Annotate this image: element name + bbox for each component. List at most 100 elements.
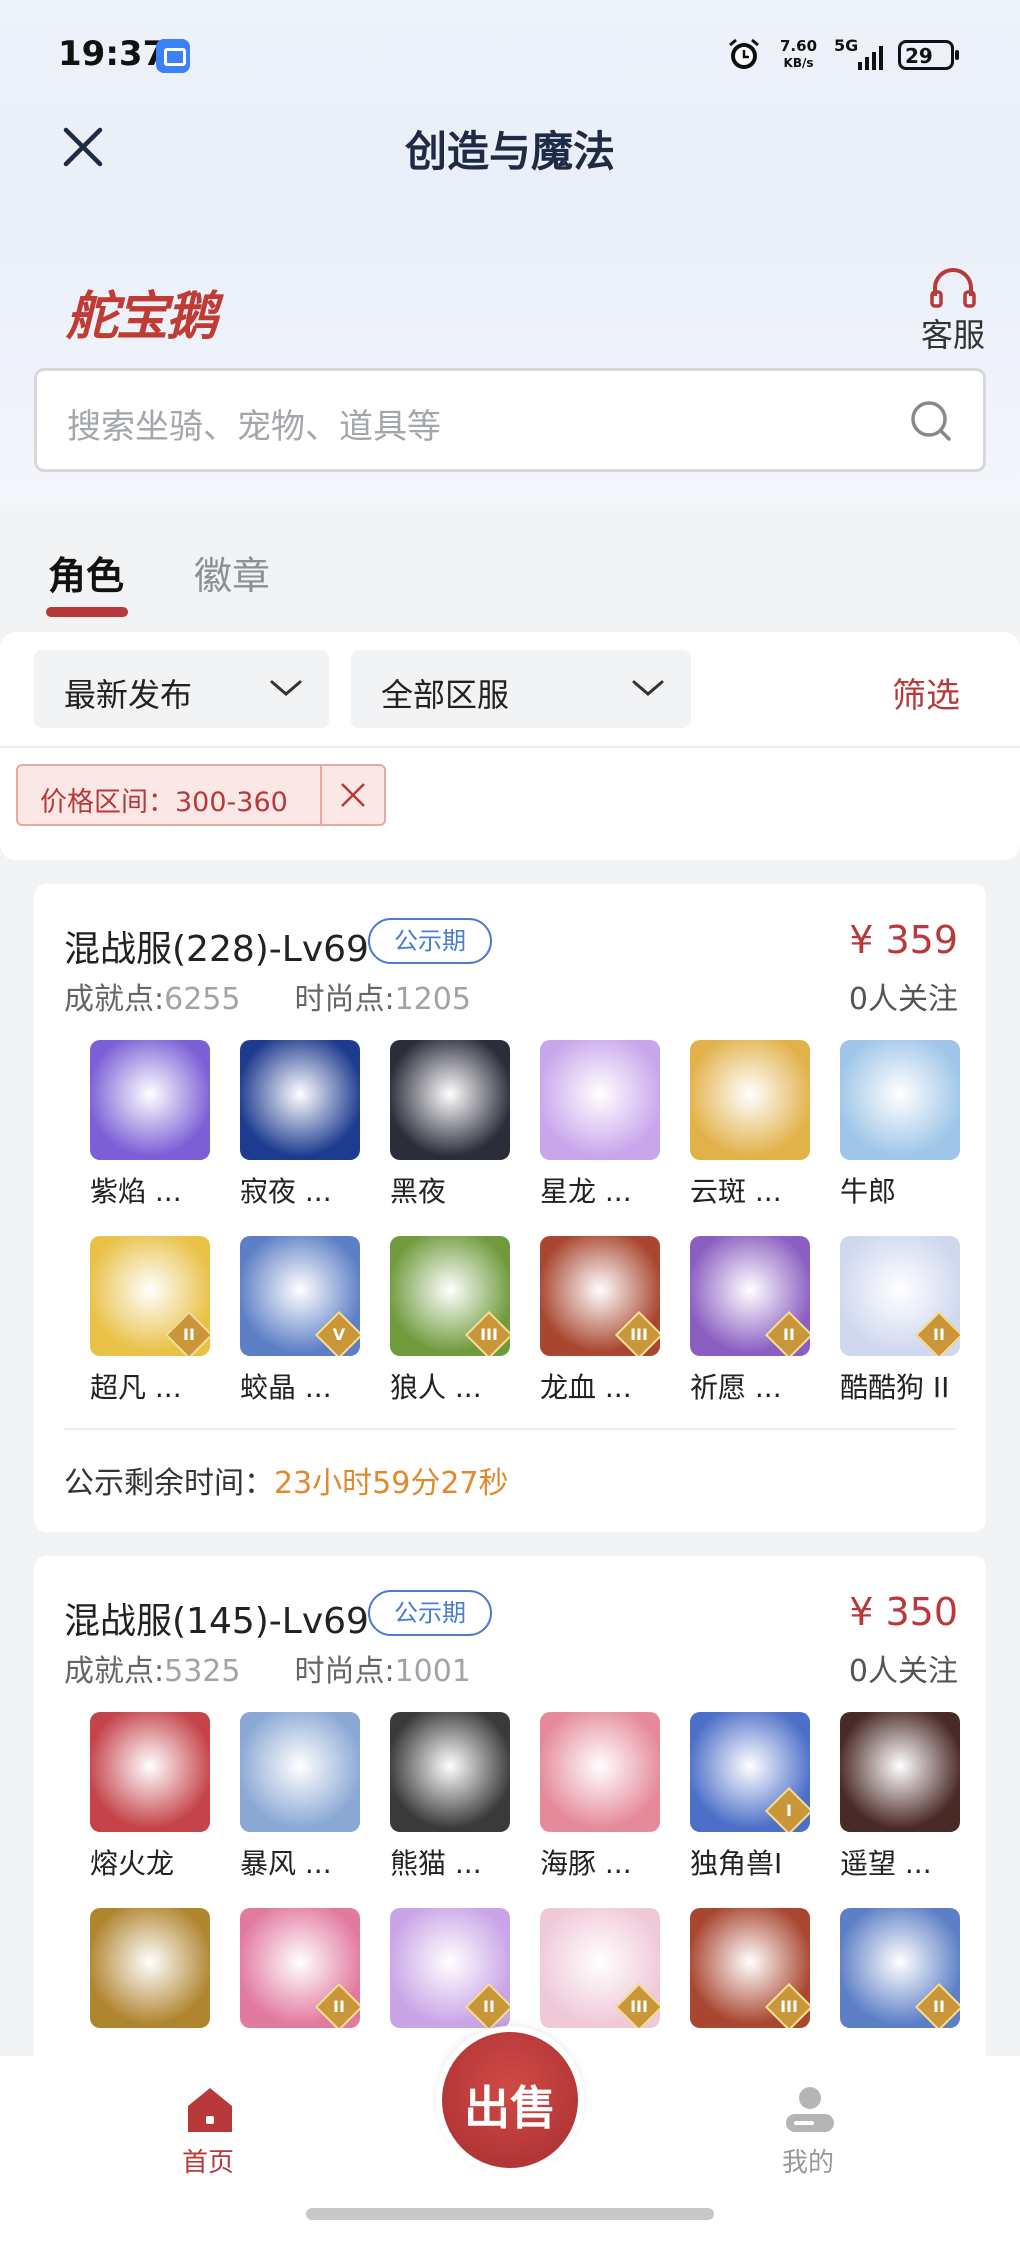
listing-stats: 成就点:6255 时尚点:1205 [64,974,471,1018]
pet-level-badge: II [914,1310,960,1356]
achievement-label: 成就点: [64,982,165,1017]
pet-level-text: II [933,1325,945,1344]
customer-service-label: 客服 [920,316,985,354]
pet-avatar: III [690,1908,810,2028]
sort-dropdown-label: 最新发布 [64,676,193,714]
countdown-label: 公示剩余时间： [64,1466,274,1501]
sell-button-label: 出售 [464,2081,556,2135]
pet-level-badge: III [614,1982,660,2028]
server-name: 混战服(228)-Lv69 [64,929,369,970]
network-type: 5G [834,36,859,55]
customer-service-button[interactable]: 客服 [916,266,990,356]
achievement-label: 成就点: [64,1654,165,1689]
pet-level-text: III [780,1997,798,2016]
filter-button[interactable]: 筛选 [892,668,960,717]
pet-level-badge: III [614,1310,660,1356]
battery-level: 29 [905,44,933,68]
network-speed: 7.60 KB/s [780,38,817,72]
follower-count: 0人关注 [848,1654,958,1689]
pet-name: 熔火龙 [90,1847,175,1880]
pet-avatar: III [390,1236,510,1356]
sell-button[interactable]: 出售 [436,2026,584,2174]
tab-badge[interactable]: 徽章 [194,545,270,600]
user-icon [786,2087,834,2132]
pet-name: 独角兽I [690,1847,783,1880]
pet-name: 龙血 ... [540,1371,632,1404]
pet-avatar: II [840,1236,960,1356]
pet-level-text: V [332,1325,346,1344]
pet-name: 海豚 ... [540,1847,632,1880]
search-icon[interactable] [909,399,953,443]
pet-avatar [90,1908,210,2028]
pet-level-text: III [480,1325,498,1344]
pet-avatar [540,1712,660,1832]
pet-level-badge: II [914,1982,960,2028]
pet-avatar: V [240,1236,360,1356]
pet-name: 牛郎 [840,1175,897,1208]
pet-name: 星龙 ... [540,1175,632,1208]
pet-level-badge: II [464,1982,510,2028]
pet-avatar [240,1040,360,1160]
category-tabs: 角色 徽章 [0,505,1020,631]
price-range-chip[interactable]: 价格区间：300-360 [16,764,386,826]
server-name: 混战服(145)-Lv69 [64,1601,369,1642]
pet-level-badge: II [764,1310,810,1356]
status-badge: 公示期 [368,1590,492,1636]
pet-name: 云斑 ... [690,1175,782,1208]
pet-name: 黑夜 [390,1175,447,1208]
pet-row: II 超凡 ... V 蛟晶 ... III 狼人 ... III 龙血 ... II 祈愿 ..… [60,1236,960,1416]
pet-name: 蛟晶 ... [240,1371,332,1404]
page-title: 创造与魔法 [404,127,615,176]
fashion-label: 时尚点: [294,982,395,1017]
nav-home[interactable]: 首页 [180,2082,240,2179]
achievement-value: 5325 [164,1654,241,1689]
pet-level-text: II [933,1997,945,2016]
chevron-down-icon [632,680,664,696]
listing-price: ¥ 359 [849,918,958,962]
search-placeholder: 搜索坐骑、宠物、道具等 [67,407,441,447]
pet-avatar: II [90,1236,210,1356]
pet-avatar [840,1040,960,1160]
network-speed-unit: KB/s [783,56,814,70]
search-input[interactable]: 搜索坐骑、宠物、道具等 [34,368,986,472]
pet-level-badge: II [314,1982,360,2028]
listing-stats: 成就点:5325 时尚点:1001 [64,1646,471,1690]
chevron-down-icon [270,680,302,696]
pet-name: 遥望 ... [840,1847,932,1880]
home-indicator[interactable] [306,2208,714,2220]
alarm-icon [729,38,759,69]
pet-avatar [390,1712,510,1832]
close-icon[interactable] [338,780,368,810]
status-badge: 公示期 [368,918,492,964]
divider [64,1428,956,1430]
pet-avatar: II [690,1236,810,1356]
nav-mine-label: 我的 [781,2148,834,2178]
pet-name: 熊猫 ... [390,1847,482,1880]
pet-name: 暴风 ... [240,1847,332,1880]
pet-avatar [840,1712,960,1832]
pet-avatar: I [690,1712,810,1832]
pet-avatar [90,1712,210,1832]
home-icon [188,2088,232,2132]
pet-name: 超凡 ... [90,1371,182,1404]
pet-level-text: II [783,1325,795,1344]
region-dropdown[interactable]: 全部区服 [351,650,691,728]
sort-dropdown[interactable]: 最新发布 [34,650,329,728]
tab-role[interactable]: 角色 [45,545,129,617]
follower-count: 0人关注 [848,982,958,1017]
nav-mine[interactable]: 我的 [780,2082,840,2179]
pet-avatar [390,1040,510,1160]
pet-level-badge: V [314,1310,360,1356]
pet-avatar: III [540,1236,660,1356]
pet-avatar [240,1712,360,1832]
pet-avatar [690,1040,810,1160]
filter-bar: 最新发布 全部区服 筛选 价格区间：300-360 [0,632,1020,860]
status-bar: 19:37 7.60 KB/s 5G 29 [0,0,1020,110]
fashion-value: 1205 [394,982,471,1017]
pet-level-text: II [183,1325,195,1344]
pet-avatar [540,1040,660,1160]
signal-icon [858,46,883,70]
listing-card[interactable]: 混战服(228)-Lv69 公示期 ¥ 359 成就点:6255 时尚点:1205… [34,884,986,1532]
price-range-label: 价格区间：300-360 [40,787,288,818]
battery-icon: 29 [898,40,959,70]
